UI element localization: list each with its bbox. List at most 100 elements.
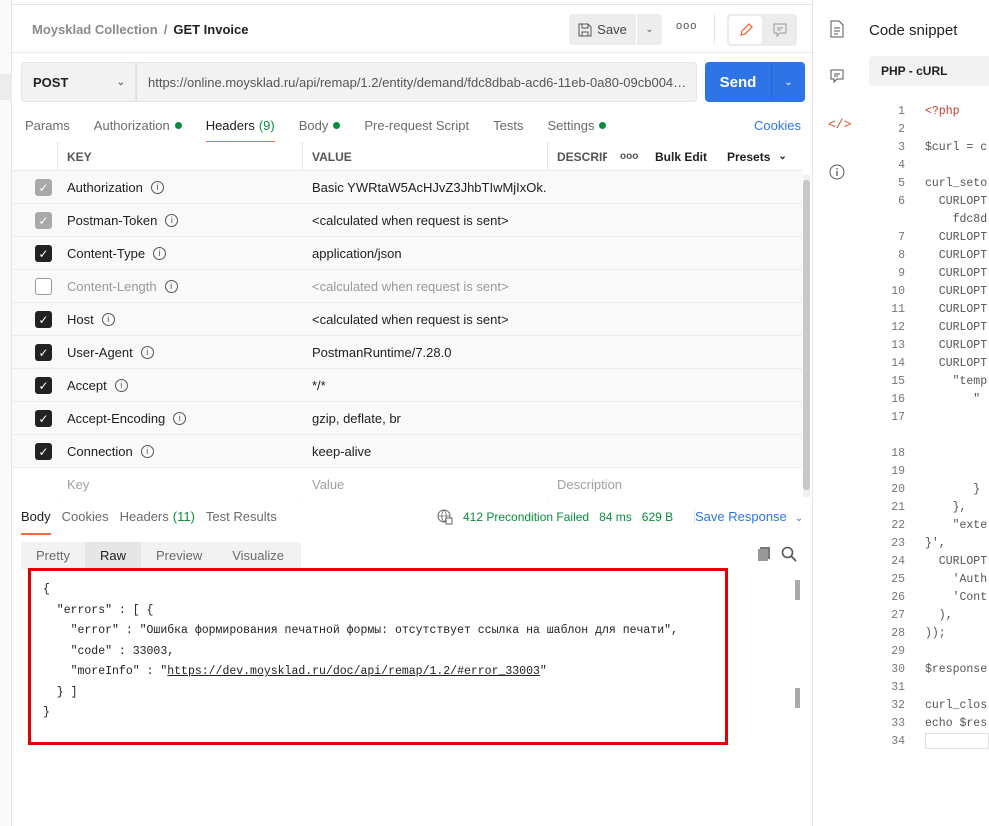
tab-headers[interactable]: Headers (9) [205, 118, 275, 143]
request-tabs: Params Authorization Headers (9) Body Pre-req… [25, 118, 630, 143]
header-key[interactable]: Postman-Token i [57, 204, 302, 237]
format-tab-preview[interactable]: Preview [141, 542, 217, 569]
save-button[interactable]: Save [569, 14, 636, 45]
send-dropdown-chevron-icon[interactable]: ⌄ [772, 62, 805, 102]
info-icon[interactable]: i [150, 181, 164, 194]
line-number: 4 [898, 159, 905, 172]
status-code[interactable]: 412 Precondition Failed [463, 510, 589, 524]
column-options-button[interactable]: ooo [610, 142, 638, 171]
send-button[interactable]: Send ⌄ [705, 62, 805, 102]
language-select[interactable]: PHP - cURL [869, 56, 989, 86]
new-value-input[interactable]: Value [302, 468, 344, 501]
info-icon[interactable]: i [165, 214, 179, 227]
info-icon[interactable]: i [173, 412, 187, 425]
header-description[interactable] [547, 270, 797, 303]
comments-icon[interactable] [829, 68, 845, 87]
info-icon[interactable]: i [114, 379, 128, 392]
row-checkbox[interactable] [35, 278, 52, 295]
method-select[interactable]: POST ⌄ [21, 62, 136, 102]
header-value[interactable]: keep-alive [302, 435, 547, 468]
info-icon[interactable]: i [164, 280, 178, 293]
header-value[interactable]: <calculated when request is sent> [302, 303, 547, 336]
format-tab-raw[interactable]: Raw [84, 542, 141, 569]
header-value[interactable]: PostmanRuntime/7.28.0 [302, 336, 547, 369]
header-description[interactable] [547, 369, 797, 402]
info-icon[interactable] [829, 164, 845, 183]
row-checkbox[interactable]: ✓ [35, 410, 52, 427]
info-icon[interactable]: i [140, 346, 154, 359]
tab-tests[interactable]: Tests [493, 118, 523, 142]
header-value[interactable]: */* [302, 369, 547, 402]
response-time[interactable]: 84 ms [599, 510, 632, 524]
tab-body[interactable]: Body [299, 118, 341, 142]
presets-dropdown[interactable]: Presets ⌄ [717, 142, 787, 171]
row-checkbox[interactable]: ✓ [35, 311, 52, 328]
row-checkbox[interactable]: ✓ [35, 179, 52, 196]
search-icon[interactable] [781, 546, 797, 565]
response-tab-test-results[interactable]: Test Results [206, 509, 277, 535]
documentation-icon[interactable] [829, 20, 845, 41]
bulk-edit-button[interactable]: Bulk Edit [645, 142, 707, 171]
sidebar-selected-item[interactable] [0, 74, 12, 100]
more-options-button[interactable]: ooo [676, 20, 697, 32]
header-description[interactable] [547, 303, 797, 336]
header-value[interactable]: Basic YWRtaW5AcHJvZ3JhbTIwMjIxOk... [302, 171, 547, 204]
header-key[interactable]: Connection i [57, 435, 302, 468]
response-size[interactable]: 629 B [642, 510, 673, 524]
code-cursor-line[interactable] [925, 733, 989, 749]
header-description[interactable] [547, 171, 797, 204]
format-tab-visualize[interactable]: Visualize [217, 542, 299, 569]
row-checkbox[interactable]: ✓ [35, 344, 52, 361]
info-icon[interactable]: i [153, 247, 167, 260]
header-description[interactable] [547, 336, 797, 369]
header-value[interactable]: gzip, deflate, br [302, 402, 547, 435]
tab-label: Headers [205, 118, 255, 133]
tab-settings[interactable]: Settings [547, 118, 607, 142]
copy-icon[interactable] [757, 546, 773, 565]
response-tab-headers[interactable]: Headers (11) [120, 509, 195, 535]
header-key[interactable]: Accept-Encoding i [57, 402, 302, 435]
url-input[interactable]: https://online.moysklad.ru/api/remap/1.2… [136, 62, 697, 102]
row-checkbox[interactable]: ✓ [35, 212, 52, 229]
header-key[interactable]: User-Agent i [57, 336, 302, 369]
tab-authorization[interactable]: Authorization [94, 118, 182, 142]
format-tab-pretty[interactable]: Pretty [21, 542, 85, 569]
header-description[interactable] [547, 402, 797, 435]
header-key[interactable]: Accept i [57, 369, 302, 402]
info-icon[interactable]: i [140, 445, 154, 458]
header-description[interactable] [547, 204, 797, 237]
edit-pencil-icon[interactable] [729, 16, 762, 44]
header-key[interactable]: Host i [57, 303, 302, 336]
more-info-link[interactable]: https://dev.moysklad.ru/doc/api/remap/1.… [167, 665, 540, 678]
response-scrollbar-end[interactable] [795, 688, 800, 708]
header-value[interactable]: <calculated when request is sent> [302, 270, 547, 303]
response-tab-body[interactable]: Body [21, 509, 51, 535]
header-key[interactable]: Authorization i [57, 171, 302, 204]
divider [714, 14, 715, 45]
tab-params[interactable]: Params [25, 118, 70, 142]
response-tab-cookies[interactable]: Cookies [62, 509, 109, 535]
response-scrollbar[interactable] [795, 580, 800, 600]
row-checkbox[interactable]: ✓ [35, 377, 52, 394]
info-icon[interactable]: i [101, 313, 115, 326]
code-icon[interactable]: </> [828, 117, 851, 132]
header-key[interactable]: Content-Type i [57, 237, 302, 270]
header-value[interactable]: application/json [302, 237, 547, 270]
row-checkbox[interactable]: ✓ [35, 245, 52, 262]
comment-icon[interactable] [764, 16, 795, 44]
cookies-link[interactable]: Cookies [754, 118, 801, 133]
header-key[interactable]: Content-Length i [57, 270, 302, 303]
response-body[interactable]: { "errors" : [ { "error" : "Ошибка форми… [28, 568, 728, 745]
save-dropdown-chevron-icon[interactable]: ⌄ [637, 14, 662, 45]
headers-scrollbar[interactable] [803, 175, 810, 497]
header-description[interactable] [547, 237, 797, 270]
save-response-button[interactable]: Save Response ⌄ [694, 509, 803, 524]
breadcrumb-request[interactable]: GET Invoice [173, 22, 248, 37]
row-checkbox[interactable]: ✓ [35, 443, 52, 460]
header-description[interactable] [547, 435, 797, 468]
new-key-input[interactable]: Key [57, 468, 89, 501]
header-value[interactable]: <calculated when request is sent> [302, 204, 547, 237]
breadcrumb-collection[interactable]: Moysklad Collection [32, 22, 158, 37]
new-description-input[interactable]: Description [547, 468, 622, 501]
tab-pre-request-script[interactable]: Pre-request Script [364, 118, 469, 142]
